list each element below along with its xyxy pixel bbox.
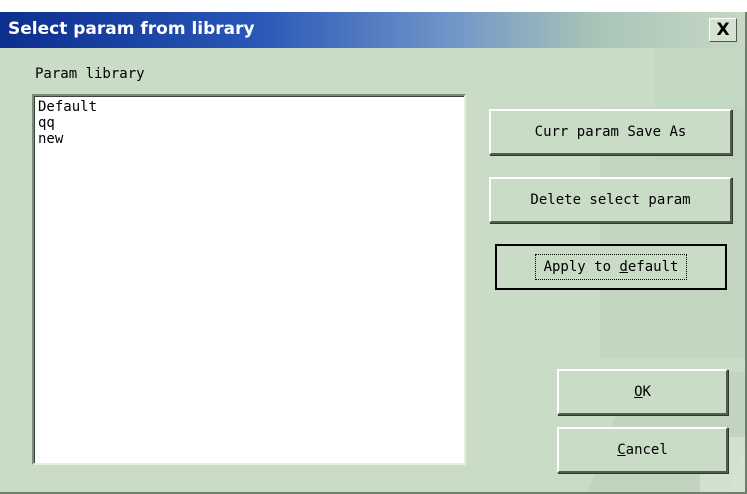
ok-label-accelerator: O — [634, 384, 643, 400]
top-strip — [0, 0, 747, 12]
apply-label-accelerator: d — [619, 259, 628, 275]
dialog-window: Select param from library X Param librar… — [0, 12, 747, 494]
list-item[interactable]: new — [38, 131, 464, 147]
delete-param-button[interactable]: Delete select param — [489, 177, 732, 223]
param-library-list[interactable]: Default qq new — [32, 94, 466, 465]
save-as-button[interactable]: Curr param Save As — [489, 109, 732, 155]
ok-label-suffix: K — [642, 384, 651, 400]
param-library-label: Param library — [35, 66, 145, 82]
ok-button[interactable]: OK — [557, 369, 728, 415]
cancel-label-suffix: ancel — [625, 442, 668, 458]
dialog-title: Select param from library — [8, 19, 255, 39]
list-item[interactable]: Default — [38, 99, 464, 115]
apply-label-suffix: efault — [627, 259, 679, 275]
title-bar[interactable]: Select param from library X — [0, 12, 745, 48]
cancel-button[interactable]: Cancel — [557, 427, 728, 473]
apply-to-default-label: Apply to default — [534, 254, 688, 280]
close-button[interactable]: X — [709, 18, 737, 42]
save-as-button-label: Curr param Save As — [534, 124, 687, 140]
ok-button-label: OK — [634, 384, 651, 400]
list-item[interactable]: qq — [38, 115, 464, 131]
apply-to-default-button[interactable]: Apply to default — [495, 244, 727, 290]
delete-param-button-label: Delete select param — [530, 192, 691, 208]
close-icon: X — [716, 20, 730, 40]
apply-label-prefix: Apply to — [543, 259, 620, 275]
cancel-label-accelerator: C — [617, 442, 626, 458]
cancel-button-label: Cancel — [617, 442, 668, 458]
